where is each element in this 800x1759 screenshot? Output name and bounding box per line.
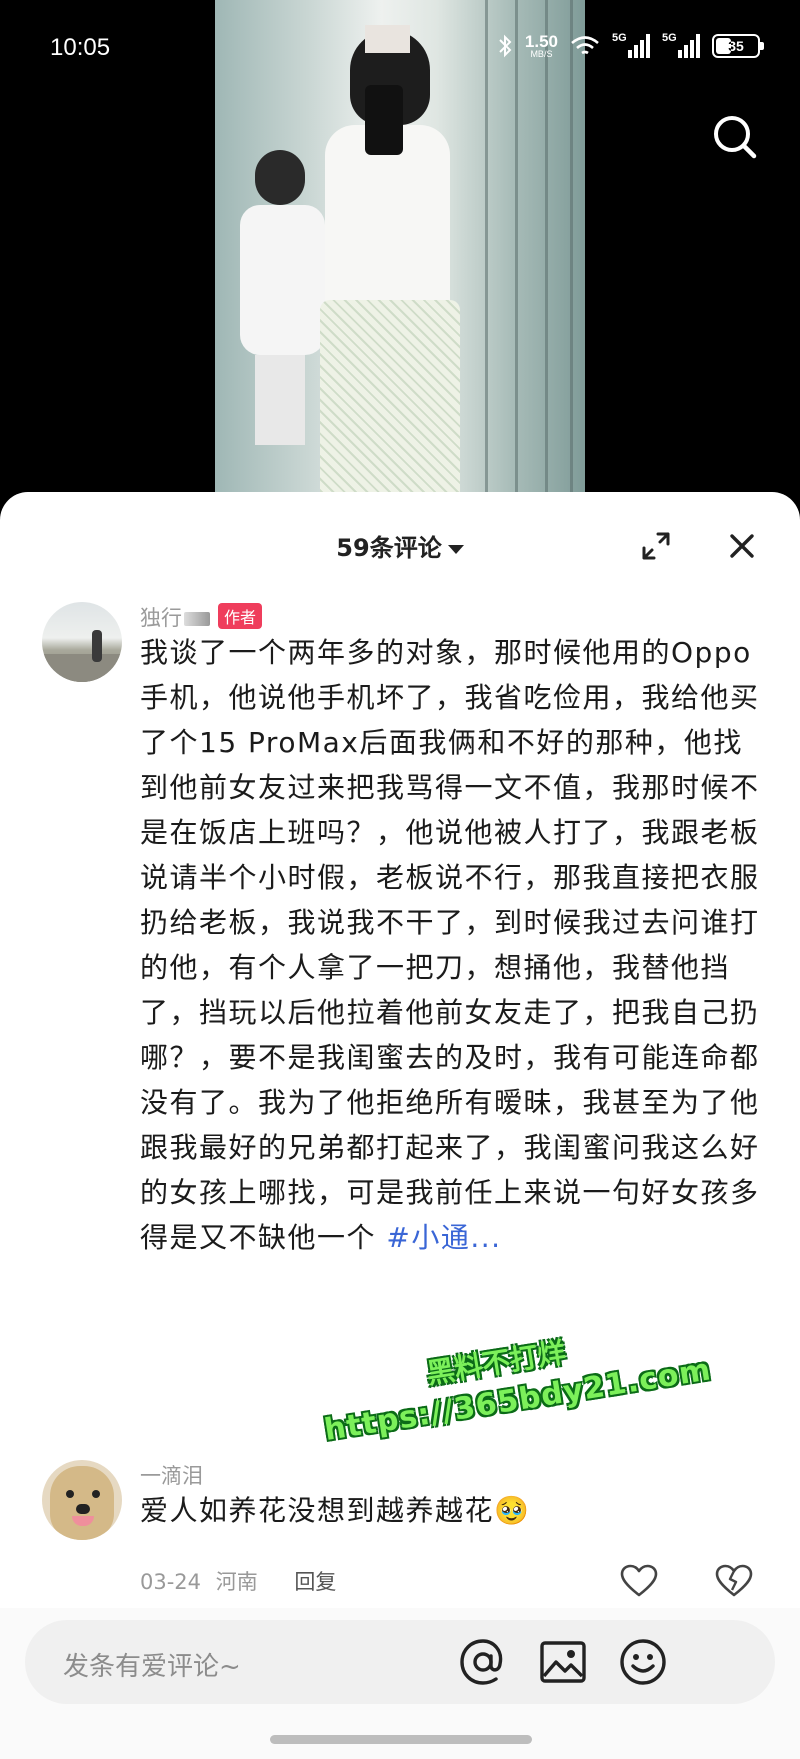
expand-icon[interactable]	[636, 526, 676, 566]
signal-sim2-icon: 5G	[662, 32, 700, 60]
network-speed-unit: MB/S	[530, 49, 553, 59]
comment-username[interactable]: 一滴泪	[140, 1460, 203, 1490]
at-mention-icon[interactable]	[457, 1636, 509, 1688]
avatar[interactable]	[42, 1460, 122, 1540]
person-figure	[310, 30, 460, 500]
comment-meta: 03-24 河南 回复	[140, 1566, 336, 1596]
reply-button[interactable]: 回复	[294, 1570, 336, 1594]
comment-text: 我谈了一个两年多的对象，那时候他用的Oppo手机，他说他手机坏了，我省吃俭用，我…	[140, 636, 760, 1254]
avatar[interactable]	[42, 602, 122, 682]
network-speed-value: 1.50	[524, 32, 558, 51]
close-icon[interactable]	[722, 526, 762, 566]
comment-body[interactable]: 我谈了一个两年多的对象，那时候他用的Oppo手机，他说他手机坏了，我省吃俭用，我…	[140, 630, 760, 1260]
comment-input-placeholder: 发条有爱评论~	[63, 1652, 241, 1682]
battery-level: 35	[728, 38, 744, 54]
emoji-icon[interactable]	[617, 1636, 669, 1688]
comment-text: 爱人如养花没想到越养越花	[140, 1494, 495, 1527]
sim1-network-type: 5G	[612, 32, 627, 44]
wifi-icon	[571, 36, 599, 55]
comment-date: 03-24	[140, 1570, 202, 1594]
sheet-header: 59条评论	[0, 520, 800, 572]
battery-icon: 35	[712, 34, 764, 58]
comment-input[interactable]: 发条有爱评论~	[25, 1620, 775, 1704]
signal-sim1-icon: 5G	[612, 32, 650, 60]
crying-face-emoji: 🥹	[494, 1494, 531, 1527]
comment-count-dropdown[interactable]: 59条评论	[0, 528, 800, 563]
image-icon[interactable]	[537, 1636, 589, 1688]
status-bar: 10:05 1.50 MB/S 5G 5G 35	[0, 0, 800, 100]
comment-input-bar: 发条有爱评论~	[0, 1608, 800, 1759]
status-time: 10:05	[50, 34, 111, 61]
home-indicator[interactable]	[270, 1735, 532, 1744]
heart-like-icon[interactable]	[620, 1564, 658, 1598]
broken-heart-dislike-icon[interactable]	[715, 1564, 753, 1598]
comment-sheet: 59条评论 独行 作者 我谈了一个两年多的对象，那时候他用的Oppo手机，他说他手…	[0, 492, 800, 1759]
bluetooth-icon	[499, 34, 512, 58]
hashtag-link[interactable]: #小通...	[386, 1221, 501, 1254]
comment-count-title: 59条评论	[336, 534, 442, 562]
video-area[interactable]: 10:05 1.50 MB/S 5G 5G 35	[0, 0, 800, 500]
user-decoration-icon	[184, 612, 210, 626]
comment-location: 河南	[215, 1570, 258, 1594]
author-badge: 作者	[218, 603, 263, 629]
caret-down-icon	[447, 544, 464, 554]
status-icons: 1.50 MB/S 5G 5G 35	[497, 30, 764, 62]
username-text: 独行	[140, 606, 182, 630]
network-speed: 1.50 MB/S	[525, 33, 558, 59]
sim2-network-type: 5G	[662, 32, 677, 44]
comment-body[interactable]: 爱人如养花没想到越养越花🥹	[140, 1488, 760, 1533]
search-icon[interactable]	[710, 112, 760, 162]
comment-username[interactable]: 独行 作者	[140, 602, 263, 632]
